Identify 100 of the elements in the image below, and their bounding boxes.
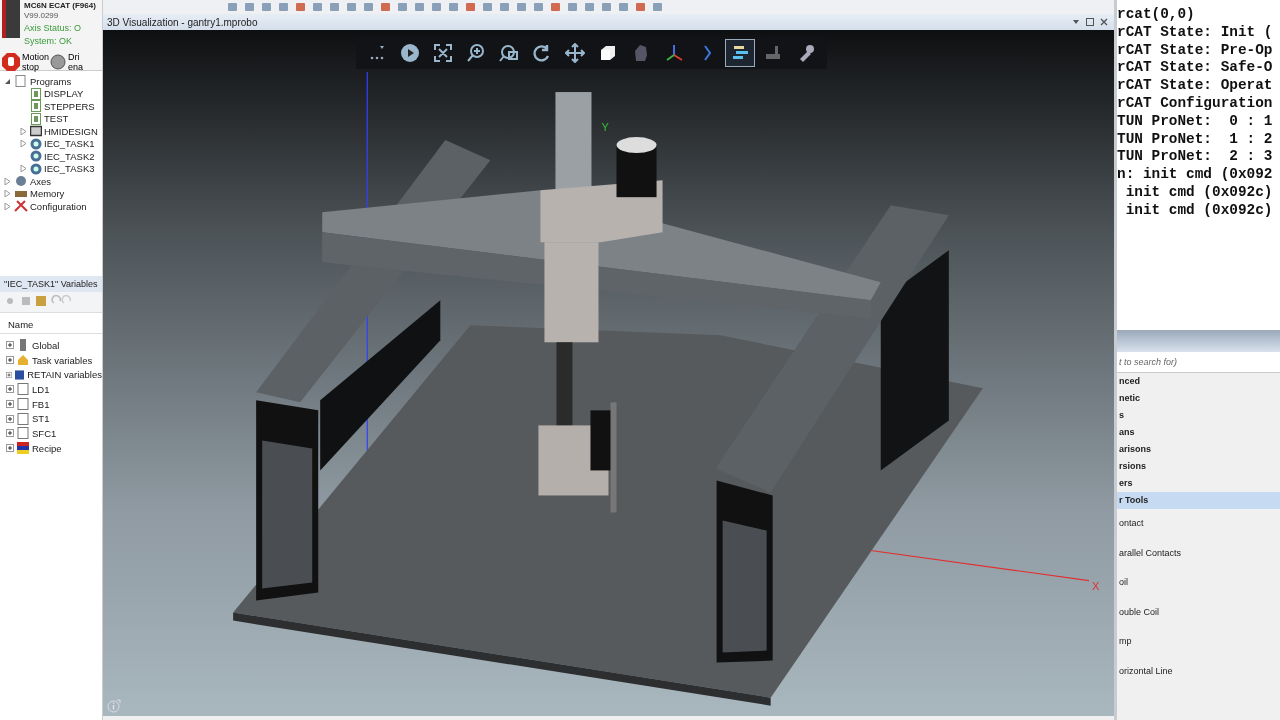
plus-box-icon[interactable] — [6, 429, 14, 438]
toolbox-item[interactable]: ontact — [1117, 509, 1280, 539]
plus-box-icon[interactable] — [6, 400, 14, 409]
toolbar-icon[interactable] — [363, 2, 374, 12]
toolbox-category[interactable]: s — [1117, 407, 1280, 424]
search-field[interactable]: t to search for) — [1117, 352, 1280, 373]
controller-icon — [2, 0, 20, 38]
toolbox-category[interactable]: rsions — [1117, 458, 1280, 475]
toolbox-category[interactable]: nced — [1117, 373, 1280, 390]
plus-box-icon[interactable] — [6, 341, 14, 350]
terminal-line: TUN ProNet: 2 : 3 — [1117, 148, 1274, 167]
tree-item[interactable]: IEC_TASK2 — [4, 150, 102, 163]
maximize-icon[interactable] — [1086, 18, 1094, 26]
toolbar-icon[interactable] — [295, 2, 306, 12]
play-icon — [400, 43, 420, 63]
plus-box-icon[interactable] — [6, 356, 14, 365]
toolbar-icon[interactable] — [329, 2, 340, 12]
toolbar-icon[interactable] — [652, 2, 663, 12]
toolbar-icon[interactable] — [601, 2, 612, 12]
toolbox-category[interactable]: arisons — [1117, 441, 1280, 458]
toolbar-icon[interactable] — [635, 2, 646, 12]
plus-box-icon[interactable] — [6, 444, 14, 453]
gear-icon — [30, 137, 42, 150]
tree-item[interactable]: HMIDESIGN — [4, 125, 102, 138]
dropdown-icon[interactable] — [1072, 18, 1080, 26]
terminal-line: init cmd (0x092c) — [1124, 183, 1274, 202]
rotate-icon — [532, 43, 552, 63]
tree-item[interactable]: Programs — [4, 75, 102, 88]
toolbox-item[interactable]: ouble Coil — [1117, 597, 1280, 627]
toolbar-icon[interactable] — [431, 2, 442, 12]
move-arrows-icon — [565, 43, 585, 63]
plus-box-icon[interactable] — [6, 385, 14, 394]
toolbar-icon[interactable] — [380, 2, 391, 12]
toolbar-icon[interactable] — [567, 2, 578, 12]
toolbar-icon[interactable] — [482, 2, 493, 12]
toolbar-icon[interactable] — [397, 2, 408, 12]
collapsed-triangle-icon[interactable] — [20, 140, 28, 148]
toolbox-item[interactable]: oil — [1117, 568, 1280, 598]
toolbox-item[interactable]: mp — [1117, 627, 1280, 657]
toolbar-icon[interactable] — [244, 2, 255, 12]
collapsed-triangle-icon[interactable] — [4, 190, 12, 198]
tree-item[interactable]: IEC_TASK3 — [4, 162, 102, 175]
toolbar-icon[interactable] — [261, 2, 272, 12]
toolbar-icon[interactable] — [414, 2, 425, 12]
gear-icon — [30, 150, 42, 163]
variable-group-item[interactable]: RETAIN variables — [0, 367, 102, 383]
tree-item[interactable]: DISPLAY — [4, 87, 102, 100]
toolbar-icon[interactable] — [465, 2, 476, 12]
tree-item[interactable]: TEST — [4, 112, 102, 125]
variable-group-item[interactable]: Global — [0, 338, 102, 353]
plus-box-icon[interactable] — [6, 370, 13, 379]
layers-button[interactable] — [725, 39, 755, 67]
close-icon[interactable] — [1100, 18, 1108, 26]
toolbox-category[interactable]: netic — [1117, 390, 1280, 407]
variable-group-item[interactable]: ST1 — [0, 411, 102, 427]
toolbox-item[interactable]: orizontal Line — [1117, 656, 1280, 686]
panel-title: "IEC_TASK1" Variables — [0, 276, 102, 292]
collapsed-triangle-icon[interactable] — [4, 202, 12, 210]
tree-item[interactable]: Axes — [4, 175, 102, 188]
toolbar-icon[interactable] — [533, 2, 544, 12]
toolbar-icon[interactable] — [278, 2, 289, 12]
toolbar-icon[interactable] — [448, 2, 459, 12]
variable-group-item[interactable]: Recipe — [0, 440, 102, 456]
expanded-triangle-icon[interactable] — [4, 77, 12, 85]
toolbar-icon[interactable] — [346, 2, 357, 12]
variable-group-item[interactable]: LD1 — [0, 382, 102, 397]
drive-enable-button[interactable]: Dri ena — [50, 52, 94, 72]
collapsed-triangle-icon[interactable] — [4, 177, 12, 185]
screen-icon — [30, 125, 42, 138]
terminal-line: TUN ProNet: 1 : 2 — [1117, 130, 1274, 149]
b-file-icon — [30, 87, 42, 100]
tree-item[interactable]: Memory — [4, 187, 102, 200]
toolbar-icon[interactable] — [550, 2, 561, 12]
toolbox-category[interactable]: r Tools — [1117, 492, 1280, 509]
toolbar-icon[interactable] — [618, 2, 629, 12]
tree-item[interactable]: STEPPERS — [4, 100, 102, 113]
3d-viewport[interactable]: X Y — [103, 30, 1114, 716]
column-header[interactable]: Name — [0, 313, 102, 334]
variable-group-item[interactable]: SFC1 — [0, 426, 102, 441]
terminal-line: n: init cmd (0x092 — [1117, 166, 1274, 184]
collapsed-triangle-icon[interactable] — [20, 165, 28, 173]
plus-box-icon[interactable] — [6, 414, 14, 423]
toolbar-icon[interactable] — [227, 2, 238, 12]
toolbox-item[interactable]: arallel Contacts — [1117, 538, 1280, 568]
tree-item[interactable]: Configuration — [4, 200, 102, 213]
collapsed-triangle-icon[interactable] — [20, 127, 28, 135]
motion-stop-button[interactable]: Motion stop — [2, 52, 48, 72]
zoom-window-icon — [499, 43, 519, 63]
toolbar-icon[interactable] — [516, 2, 527, 12]
toolbar-icon[interactable] — [499, 2, 510, 12]
y-axis-label: Y — [601, 121, 609, 134]
variable-group-item[interactable]: Task variables — [0, 352, 102, 368]
b-file-icon — [30, 100, 42, 113]
terminal-line: rCAT State: Safe-O — [1117, 59, 1274, 78]
tree-item[interactable]: IEC_TASK1 — [4, 137, 102, 150]
toolbox-category[interactable]: ans — [1117, 424, 1280, 441]
toolbox-category[interactable]: ers — [1117, 475, 1280, 492]
variable-group-item[interactable]: FB1 — [0, 396, 102, 412]
toolbar-icon[interactable] — [312, 2, 323, 12]
toolbar-icon[interactable] — [584, 2, 595, 12]
